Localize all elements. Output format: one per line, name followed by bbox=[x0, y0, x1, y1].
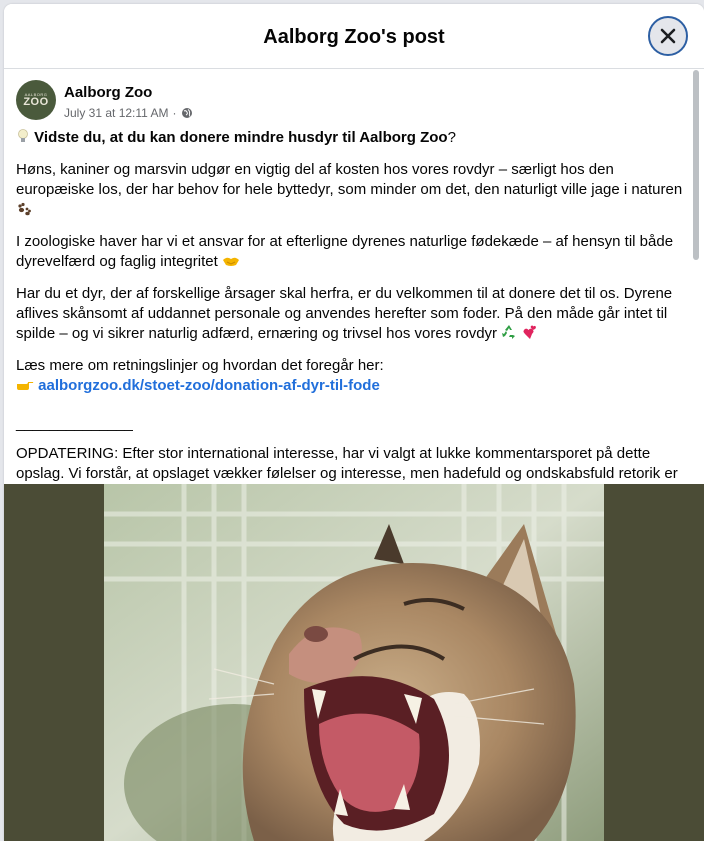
paragraph-3: Har du et dyr, der af forskellige årsage… bbox=[16, 284, 696, 346]
paragraph-2: I zoologiske haver har vi et ansvar for … bbox=[16, 232, 696, 274]
close-icon bbox=[660, 28, 676, 44]
donation-link[interactable]: aalborgzoo.dk/stoet-zoo/donation-af-dyr-… bbox=[38, 377, 380, 394]
author-name[interactable]: Aalborg Zoo bbox=[64, 84, 152, 101]
paragraph-4-text: Læs mere om retningslinjer og hvordan de… bbox=[16, 357, 384, 374]
recycle-icon bbox=[501, 324, 517, 346]
dialog-header: Aalborg Zoo's post bbox=[4, 4, 704, 69]
meta-separator: · bbox=[172, 106, 177, 120]
lightbulb-icon bbox=[16, 128, 30, 150]
post-photo-frame bbox=[4, 484, 704, 841]
avatar-logo-text: ZOO bbox=[23, 96, 49, 108]
close-button[interactable] bbox=[648, 16, 688, 56]
pointing-hand-icon bbox=[16, 378, 34, 398]
intro-paragraph: Vidste du, at du kan donere mindre husdy… bbox=[16, 128, 696, 150]
paw-prints-icon bbox=[16, 202, 32, 222]
post-dialog: Aalborg Zoo's post AALBORG ZOO Aalborg Z… bbox=[4, 4, 704, 841]
globe-icon[interactable] bbox=[181, 107, 193, 119]
paragraph-4: Læs mere om retningslinjer og hvordan de… bbox=[16, 356, 696, 398]
paragraph-1: Høns, kaniner og marsvin udgør en vigtig… bbox=[16, 160, 696, 222]
handshake-icon bbox=[222, 254, 240, 274]
post-timestamp[interactable]: July 31 at 12:11 AM bbox=[64, 106, 169, 120]
post-meta: July 31 at 12:11 AM · bbox=[64, 106, 193, 120]
dialog-title: Aalborg Zoo's post bbox=[263, 26, 445, 48]
two-hearts-icon bbox=[521, 324, 537, 346]
lynx-photo[interactable] bbox=[104, 484, 604, 841]
paragraph-3-text: Har du et dyr, der af forskellige årsage… bbox=[16, 285, 673, 342]
paragraph-1-text: Høns, kaniner og marsvin udgør en vigtig… bbox=[16, 161, 683, 198]
intro-bold-text: Vidste du, at du kan donere mindre husdy… bbox=[34, 129, 448, 146]
paragraph-2-text: I zoologiske haver har vi et ansvar for … bbox=[16, 233, 674, 270]
lynx-illustration bbox=[104, 484, 604, 841]
divider-line: ______________ bbox=[16, 415, 133, 432]
intro-mark: ? bbox=[447, 129, 456, 146]
post-body: Vidste du, at du kan donere mindre husdy… bbox=[16, 128, 696, 536]
avatar[interactable]: AALBORG ZOO bbox=[16, 80, 56, 120]
